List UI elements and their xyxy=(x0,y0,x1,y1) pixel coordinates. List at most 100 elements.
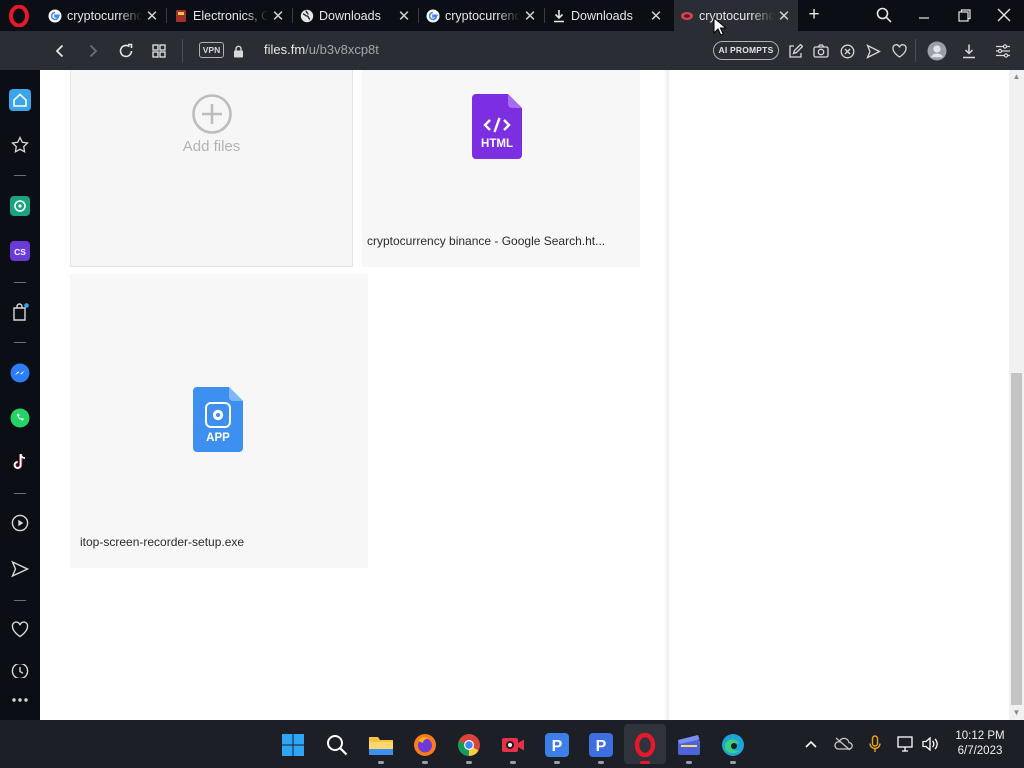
clock-time: 10:12 PM xyxy=(955,730,1005,742)
microphone-icon[interactable] xyxy=(865,734,885,754)
close-tab-icon[interactable]: ✕ xyxy=(394,7,414,25)
home-icon[interactable] xyxy=(9,89,31,111)
tab-6-active[interactable]: cryptocurrenc ✕ xyxy=(674,0,798,31)
tab-search-icon[interactable] xyxy=(872,4,896,26)
send-icon[interactable] xyxy=(862,40,884,62)
file-explorer-icon[interactable] xyxy=(368,732,394,758)
screen-recorder-icon[interactable] xyxy=(500,732,526,758)
network-icon[interactable] xyxy=(896,734,916,754)
firefox-icon[interactable] xyxy=(412,732,438,758)
p-app-icon-2[interactable]: P xyxy=(588,732,614,758)
store-icon xyxy=(174,9,188,23)
ai-prompts-button[interactable]: AI PROMPTS xyxy=(713,41,779,60)
tab-4[interactable]: cryptocurrenc ✕ xyxy=(420,0,544,31)
chatsonic-icon[interactable]: CS xyxy=(9,240,31,262)
snapshot-camera-icon[interactable] xyxy=(810,40,832,62)
close-tab-icon[interactable]: ✕ xyxy=(520,7,540,25)
messenger-icon[interactable] xyxy=(9,362,31,384)
html-file-icon: HTML xyxy=(472,94,522,159)
scroll-up-arrow-icon[interactable]: ▲ xyxy=(1009,70,1024,84)
opera-sidebar: CS xyxy=(0,70,40,720)
forward-icon[interactable] xyxy=(82,40,104,62)
opera-icon[interactable] xyxy=(632,732,658,758)
file-name[interactable]: cryptocurrency binance - Google Search.h… xyxy=(367,234,605,248)
tab-2[interactable]: Electronics, C ✕ xyxy=(168,0,292,31)
file-card-app[interactable]: APP itop-screen-recorder-setup.exe xyxy=(70,274,368,568)
profile-avatar-icon[interactable] xyxy=(926,40,948,62)
globe-icon xyxy=(300,9,314,23)
windows-start-icon[interactable] xyxy=(280,732,306,758)
tab-title: cryptocurrenc xyxy=(67,8,142,23)
whatsapp-icon[interactable] xyxy=(9,407,31,429)
new-tab-button[interactable]: + xyxy=(804,5,824,25)
tab-1[interactable]: cryptocurrenc ✕ xyxy=(42,0,166,31)
svg-text:CS: CS xyxy=(14,247,26,257)
mouse-cursor-icon xyxy=(713,16,728,37)
page-scrollbar[interactable]: ▲ ▼ xyxy=(1009,70,1024,720)
show-hidden-icons-chevron-icon[interactable] xyxy=(801,734,821,754)
right-panel xyxy=(669,70,1009,720)
history-clock-icon[interactable] xyxy=(9,664,31,678)
add-files-label: Add files xyxy=(182,138,241,155)
p-app-icon[interactable]: P xyxy=(544,732,570,758)
add-circle-icon[interactable] xyxy=(191,93,233,135)
close-window-icon[interactable] xyxy=(992,4,1016,26)
add-files-card[interactable]: Add files xyxy=(70,70,353,267)
close-tab-icon[interactable]: ✕ xyxy=(268,7,288,25)
more-options-icon[interactable] xyxy=(9,689,31,711)
tab-grid-icon[interactable] xyxy=(148,40,170,62)
chrome-icon[interactable] xyxy=(456,732,482,758)
speed-dial-icon[interactable] xyxy=(9,134,31,156)
google-icon xyxy=(48,9,62,23)
bookmarks-heart-icon[interactable] xyxy=(9,618,31,640)
onedrive-offline-icon[interactable] xyxy=(832,734,854,754)
edge-icon[interactable] xyxy=(720,732,746,758)
url-path: /u/b3v8xcp8t xyxy=(305,42,379,57)
google-icon xyxy=(426,9,440,23)
vpn-badge[interactable]: VPN xyxy=(199,42,224,58)
back-icon[interactable] xyxy=(49,40,71,62)
tab-title: cryptocurrenc xyxy=(699,8,774,23)
tab-title: Electronics, C xyxy=(193,8,268,23)
tab-3[interactable]: Downloads ✕ xyxy=(294,0,418,31)
files-page: Add files HTML cryptocurrency binance - … xyxy=(40,70,668,720)
file-card-html[interactable]: HTML cryptocurrency binance - Google Sea… xyxy=(362,70,640,267)
reload-icon[interactable] xyxy=(115,40,137,62)
downloads-icon[interactable] xyxy=(958,40,980,62)
lock-icon[interactable] xyxy=(228,40,248,62)
restore-icon[interactable] xyxy=(952,4,976,26)
shopping-bag-icon[interactable] xyxy=(9,301,31,323)
close-tab-icon[interactable]: ✕ xyxy=(646,7,666,25)
opera-menu-icon[interactable] xyxy=(7,4,31,28)
windows-taskbar: P P 10:12 PM 6/7/2023 xyxy=(0,720,1024,768)
share-edit-icon[interactable] xyxy=(784,40,806,62)
easy-setup-icon[interactable] xyxy=(992,40,1014,62)
search-icon[interactable] xyxy=(324,732,350,758)
close-tab-icon[interactable]: ✕ xyxy=(774,7,794,25)
video-editor-icon[interactable] xyxy=(676,732,702,758)
app-file-icon: APP xyxy=(193,387,243,452)
download-icon xyxy=(552,9,566,23)
player-icon[interactable] xyxy=(9,512,31,534)
filesfm-icon xyxy=(680,9,694,23)
address-bar[interactable]: files.fm/u/b3v8xcp8t xyxy=(264,42,379,57)
file-name[interactable]: itop-screen-recorder-setup.exe xyxy=(80,535,244,549)
tab-5[interactable]: Downloads ✕ xyxy=(546,0,670,31)
system-clock[interactable]: 10:12 PM 6/7/2023 xyxy=(948,729,1012,759)
close-tab-icon[interactable]: ✕ xyxy=(142,7,162,25)
scroll-thumb[interactable] xyxy=(1011,373,1022,705)
svg-text:P: P xyxy=(596,738,607,755)
volume-icon[interactable] xyxy=(920,734,940,754)
tab-title: Downloads xyxy=(571,8,633,23)
ad-block-icon[interactable] xyxy=(836,40,858,62)
heart-icon[interactable] xyxy=(888,40,910,62)
my-flow-icon[interactable] xyxy=(9,558,31,580)
scroll-down-arrow-icon[interactable]: ▼ xyxy=(1009,706,1024,720)
tiktok-icon[interactable] xyxy=(9,451,31,473)
chatgpt-icon[interactable] xyxy=(9,195,31,217)
tab-title: cryptocurrenc xyxy=(445,8,520,23)
tab-strip: cryptocurrenc ✕ Electronics, C ✕ Downloa… xyxy=(0,0,1024,31)
minimize-icon[interactable] xyxy=(912,4,936,26)
svg-text:P: P xyxy=(552,738,563,755)
tab-title: Downloads xyxy=(319,8,381,23)
